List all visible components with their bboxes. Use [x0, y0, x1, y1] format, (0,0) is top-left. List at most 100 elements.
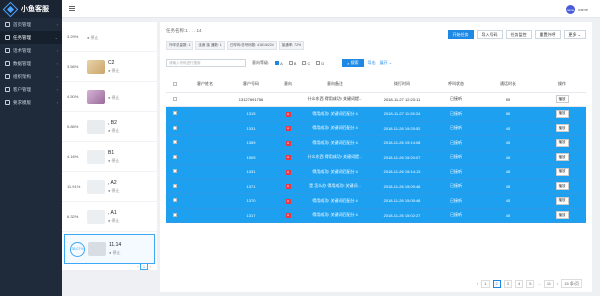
- expand-link[interactable]: 展开 ⌄: [380, 60, 392, 66]
- row-select[interactable]: [166, 135, 184, 151]
- intent-badge: A: [285, 155, 291, 161]
- level-d-checkbox[interactable]: D: [316, 61, 324, 66]
- checkbox-icon[interactable]: [173, 125, 177, 130]
- row-select[interactable]: [166, 92, 184, 107]
- row-select[interactable]: [166, 164, 184, 180]
- level-b-checkbox[interactable]: B: [288, 61, 296, 66]
- play-button[interactable]: 播放: [555, 196, 569, 205]
- prev-page-icon[interactable]: ‹: [137, 264, 138, 269]
- row-select[interactable]: [166, 150, 184, 165]
- sidebar-item-templates[interactable]: 要求模版 ›: [0, 96, 62, 109]
- page-number[interactable]: 3: [503, 279, 513, 288]
- table-row[interactable]: 13127691756 什么东西 得用成功! 关键词提... 2018-11-27 …: [166, 92, 586, 107]
- checkbox-icon[interactable]: [173, 96, 177, 101]
- level-c-checkbox[interactable]: C: [302, 61, 310, 66]
- user-menu[interactable]: name name: [565, 5, 588, 14]
- sidebar-item-home[interactable]: 首页管理 ›: [0, 18, 62, 31]
- page-number[interactable]: 11: [543, 279, 554, 288]
- table-row[interactable]: 1509 A 什么东西 得用成功! 关键词提... 2018-11-26 15:20:…: [166, 150, 586, 165]
- table-row[interactable]: 1359 A 得用成功! 关键词匹配分 4 2018-11-26 19:14:08 已接…: [166, 135, 586, 151]
- intent-note: 得用成功! 关键词匹配分 4: [300, 135, 370, 151]
- more-button[interactable]: 更多 ⌄: [563, 30, 586, 39]
- next-page-icon[interactable]: ›: [557, 281, 558, 286]
- reset-calls-button[interactable]: 重置外呼: [534, 30, 561, 39]
- row-select[interactable]: [166, 208, 184, 223]
- checkbox-icon[interactable]: [173, 198, 177, 203]
- table-row[interactable]: 1331 A 得用成功! 关键词匹配分 4 2018-11-26 15:14:13 已接…: [166, 164, 586, 180]
- play-button[interactable]: 播放: [555, 182, 569, 191]
- checkbox-icon[interactable]: [173, 81, 177, 86]
- row-select[interactable]: [166, 179, 184, 194]
- table-row[interactable]: 1370 A 得用成功! 关键词匹配分 4 2018-11-26 15:05:48 已接…: [166, 193, 586, 209]
- sidebar-item-org[interactable]: 组织架构 ›: [0, 70, 62, 83]
- call-duration: 59: [478, 92, 538, 107]
- customer-phone: 1370: [226, 193, 276, 209]
- task-item[interactable]: 4.16% B1 ● 停止: [62, 142, 157, 172]
- play-button[interactable]: 播放: [555, 95, 569, 104]
- customer-name: [184, 135, 226, 151]
- app-logo[interactable]: 小鱼客服: [0, 0, 62, 18]
- task-progress: 3.29%: [67, 34, 79, 39]
- task-item[interactable]: 11.91% , A2 ● 停止: [62, 172, 157, 202]
- sidebar: 小鱼客服 首页管理 › 任务管理 ⌄ 话术管理 › 数据管理 › 组织架构 › 客户管理 ›…: [0, 0, 62, 296]
- search-button[interactable]: ⌕ 搜索: [342, 59, 364, 67]
- page-number[interactable]: 1: [140, 262, 148, 270]
- select-all-header[interactable]: [166, 77, 184, 93]
- page-number[interactable]: 4: [515, 279, 524, 288]
- task-item[interactable]: 3.29% ● 停止: [62, 22, 157, 52]
- table-row[interactable]: 1317 A 得用成功! 关键词匹配分 4 2018-11-26 15:02:27 已接…: [166, 208, 586, 223]
- level-a-checkbox[interactable]: A: [275, 61, 283, 66]
- page-size-select[interactable]: 15 条/页: [561, 279, 582, 288]
- import-numbers-button[interactable]: 导入号码: [476, 30, 503, 39]
- page-number[interactable]: 1: [481, 279, 490, 288]
- checkbox-checked-icon: [275, 61, 280, 65]
- checkbox-icon[interactable]: [173, 154, 177, 159]
- play-button[interactable]: 播放: [555, 211, 569, 220]
- export-link[interactable]: 导出: [368, 60, 376, 66]
- intent-note: 什么东西 得用成功! 关键词提...: [300, 150, 370, 165]
- customer-phone: 1331: [226, 164, 276, 180]
- table-row[interactable]: 1371 A 是 怎么办 得用成功! 关键词... 2018-11-26 15:09:…: [166, 179, 586, 194]
- task-item[interactable]: 5.86% , B2 ● 停止: [62, 112, 157, 142]
- page-number-current[interactable]: 2: [492, 279, 501, 288]
- phone-search-input[interactable]: 请输入号码进行搜索: [166, 59, 246, 67]
- play-button[interactable]: 播放: [555, 124, 569, 133]
- play-button[interactable]: 播放: [555, 138, 569, 147]
- sidebar-item-tasks[interactable]: 任务管理 ⌄: [0, 31, 62, 44]
- page-number[interactable]: 5: [526, 279, 535, 288]
- task-monitor-button[interactable]: 任务监控: [505, 30, 532, 39]
- checkbox-icon[interactable]: [173, 183, 177, 188]
- task-item[interactable]: 4.50% ● 停止: [62, 82, 157, 112]
- org-icon: [5, 74, 10, 79]
- play-button[interactable]: 播放: [555, 167, 569, 176]
- task-item-selected[interactable]: 38.07% 11.14 ● 停止: [64, 234, 155, 264]
- intent-cell: A: [276, 164, 300, 180]
- avatar[interactable]: name: [565, 5, 575, 14]
- task-item[interactable]: 6.32% , A1 ● 停止: [62, 202, 157, 232]
- row-select[interactable]: [166, 193, 184, 209]
- start-task-button[interactable]: 开始任务: [447, 30, 474, 39]
- play-button[interactable]: 播放: [555, 153, 569, 162]
- customer-name: [184, 208, 226, 223]
- table-row[interactable]: 1331 A 得用成功! 关键词匹配分 4 2018-11-26 19:25:52 已接…: [166, 121, 586, 136]
- row-select[interactable]: [166, 121, 184, 136]
- sidebar-item-customers[interactable]: 客户管理 ›: [0, 83, 62, 96]
- checkbox-icon[interactable]: [173, 169, 177, 174]
- play-button[interactable]: 播放: [555, 109, 569, 118]
- sidebar-item-scripts[interactable]: 话术管理 ›: [0, 44, 62, 57]
- column-header: 意向备注: [300, 77, 370, 93]
- intent-badge: A: [285, 126, 291, 132]
- sidebar-item-data[interactable]: 数据管理 ›: [0, 57, 62, 70]
- table-row[interactable]: 1315 A 得用成功! 关键词匹配分 4 2018-11-27 11:26:24 已接…: [166, 106, 586, 122]
- checkbox-icon[interactable]: [173, 140, 177, 145]
- intent-cell: A: [276, 150, 300, 165]
- checkbox-icon[interactable]: [173, 212, 177, 217]
- row-select[interactable]: [166, 106, 184, 122]
- prev-page-icon[interactable]: ‹: [477, 281, 478, 286]
- hamburger-menu-icon[interactable]: [69, 6, 75, 11]
- next-page-icon[interactable]: ›: [150, 264, 151, 269]
- task-item[interactable]: 3.56% C2 ● 停止: [62, 52, 157, 82]
- intent-cell: A: [276, 135, 300, 151]
- customer-phone: 1359: [226, 135, 276, 151]
- checkbox-icon[interactable]: [173, 111, 177, 116]
